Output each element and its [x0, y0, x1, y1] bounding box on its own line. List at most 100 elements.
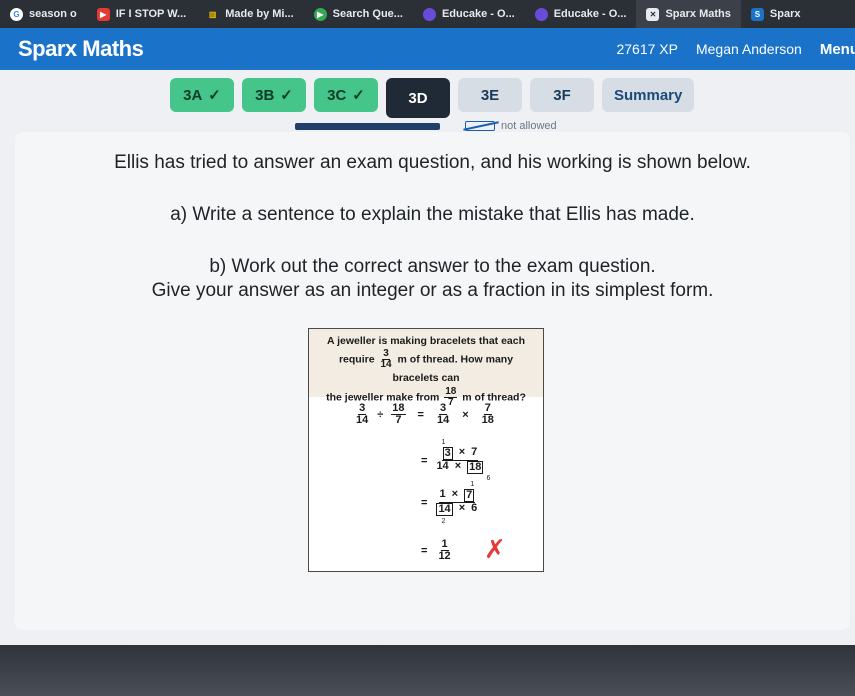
equals-sign: =: [417, 408, 424, 421]
exam-question: A jeweller is making bracelets that each…: [309, 329, 543, 407]
question-instruction: Give your answer as an integer or as a f…: [151, 280, 714, 301]
tab-summary[interactable]: Summary: [602, 78, 695, 112]
browser-tab-2[interactable]: ▶ IF I STOP W...: [87, 0, 197, 28]
educake-icon: [422, 7, 436, 21]
browser-tab-6[interactable]: Educake - O...: [525, 0, 637, 28]
equals-sign: =: [421, 454, 428, 467]
browser-tab-label: Made by Mi...: [225, 8, 294, 20]
cancelled-number: 18: [467, 461, 484, 474]
divide-sign: ÷: [377, 408, 384, 421]
fraction: 3 14: [436, 403, 450, 426]
multiply-sign: ×: [462, 408, 469, 421]
tab-3c[interactable]: 3C ✓: [314, 78, 378, 112]
calculator-note-label: not allowed: [501, 120, 557, 132]
exam-question-line: require 3 14 m of thread. How many bracel…: [315, 349, 537, 386]
tab-3a[interactable]: 3A ✓: [170, 78, 234, 112]
browser-tab-label: Sparx Maths: [665, 8, 731, 20]
question-card: Ellis has tried to answer an exam questi…: [15, 132, 850, 679]
browser-tab-label: season o: [29, 8, 77, 20]
main-panel: 3A ✓ 3B ✓ 3C ✓ 3D 3E 3F Summary not allo…: [0, 70, 855, 679]
tab-3b[interactable]: 3B ✓: [242, 78, 306, 112]
fraction: 1 12: [437, 539, 451, 562]
check-icon: ✓: [280, 87, 293, 104]
exam-question-line: A jeweller is making bracelets that each: [326, 335, 526, 347]
denominator: 14: [356, 414, 369, 426]
browser-tab-4[interactable]: ▶ Search Que...: [304, 0, 413, 28]
educake-icon: [534, 7, 548, 21]
tab-label: 3C: [327, 86, 347, 104]
youtube-icon: ▶: [96, 7, 110, 21]
browser-tab-7-active[interactable]: ✕ Sparx Maths: [636, 0, 741, 28]
browser-tab-label: Sparx: [769, 8, 801, 20]
denominator: 14: [380, 359, 392, 371]
browser-tab-label: Educake - O...: [441, 8, 515, 20]
denominator: 14 × 6: [435, 503, 478, 516]
text: m of thread?: [462, 390, 526, 403]
fraction: 1 × 7 14 × 6 1 2: [435, 481, 478, 525]
browser-tab-strip: G season o ▶ IF I STOP W... ▥ Made by Mi…: [0, 0, 855, 28]
browser-tab-label: Search Que...: [332, 8, 403, 20]
cancel-note: 1: [470, 481, 475, 488]
task-tabs: 3A ✓ 3B ✓ 3C ✓ 3D 3E 3F Summary: [170, 78, 695, 118]
close-icon[interactable]: ✕: [646, 7, 660, 21]
working-image: A jeweller is making bracelets that each…: [308, 328, 544, 572]
denominator: 12: [438, 550, 451, 562]
working-step-4: = 1 12: [421, 539, 454, 562]
google-icon: G: [10, 7, 23, 21]
browser-tab-8[interactable]: S Sparx: [741, 0, 811, 28]
question-intro: Ellis has tried to answer an exam questi…: [114, 152, 751, 173]
denominator: 14 × 18: [435, 461, 484, 474]
browser-tab-1[interactable]: G season o: [0, 0, 87, 28]
play-icon: ▶: [313, 7, 327, 21]
text: m of thread. How many bracelets can: [392, 353, 514, 385]
chart-icon: ▥: [208, 9, 217, 19]
multiply-sign: ×: [454, 460, 462, 472]
multiply-sign: ×: [458, 446, 466, 458]
question-part-b: b) Work out the correct answer to the ex…: [209, 256, 656, 277]
denominator: 14: [436, 414, 450, 426]
check-icon: ✓: [352, 87, 365, 104]
tab-label: 3F: [553, 86, 571, 104]
brand-logo[interactable]: Sparx Maths: [18, 36, 144, 62]
equals-sign: =: [421, 544, 428, 557]
monitor-bezel: [0, 645, 855, 696]
browser-tab-3[interactable]: ▥ Made by Mi...: [196, 0, 303, 28]
multiply-sign: ×: [451, 488, 459, 500]
tab-3f[interactable]: 3F: [530, 78, 594, 112]
working-step-2: = 3 × 7 14 × 18 1 6: [421, 439, 490, 482]
working-step-1: 3 14 ÷ 18 7 = 3 14 × 7 18: [353, 403, 497, 426]
check-icon: ✓: [208, 87, 221, 104]
tab-indicator-bar: [295, 123, 440, 130]
numerator: 18: [444, 385, 458, 398]
number: 6: [471, 502, 478, 514]
tab-label: 3A: [183, 86, 203, 104]
cancel-note: 6: [486, 475, 491, 482]
fraction: 3 14: [379, 349, 392, 370]
xp-counter: 27617 XP: [616, 41, 678, 57]
tab-3d[interactable]: 3D: [386, 78, 450, 118]
browser-tab-label: Educake - O...: [553, 8, 627, 20]
denominator: 18: [481, 414, 494, 426]
wrong-cross-icon: ✗: [484, 535, 506, 565]
user-name[interactable]: Megan Anderson: [696, 41, 802, 57]
number: 14: [436, 460, 449, 472]
cancel-note: 2: [441, 518, 446, 525]
calculator-crossed-icon: [465, 121, 495, 131]
browser-tab-label: IF I STOP W...: [115, 8, 187, 20]
cancelled-number: 14: [436, 503, 453, 516]
app-header: Sparx Maths 27617 XP Megan Anderson Menu: [0, 28, 855, 70]
sparx-icon: S: [750, 7, 764, 21]
number: 1: [439, 488, 446, 500]
question-part-a: a) Write a sentence to explain the mista…: [170, 204, 695, 225]
tab-label: 3B: [255, 86, 275, 104]
tab-label: 3D: [408, 89, 428, 107]
fraction: 3 14: [355, 403, 369, 426]
numerator: 1 × 7: [438, 488, 476, 503]
cancelled-number: 7: [464, 489, 475, 502]
equals-sign: =: [421, 496, 428, 509]
browser-tab-5[interactable]: Educake - O...: [413, 0, 525, 28]
menu-button[interactable]: Menu: [820, 41, 855, 58]
text: require: [338, 353, 375, 366]
tab-3e[interactable]: 3E: [458, 78, 522, 112]
numerator: 3 × 7: [441, 446, 479, 461]
